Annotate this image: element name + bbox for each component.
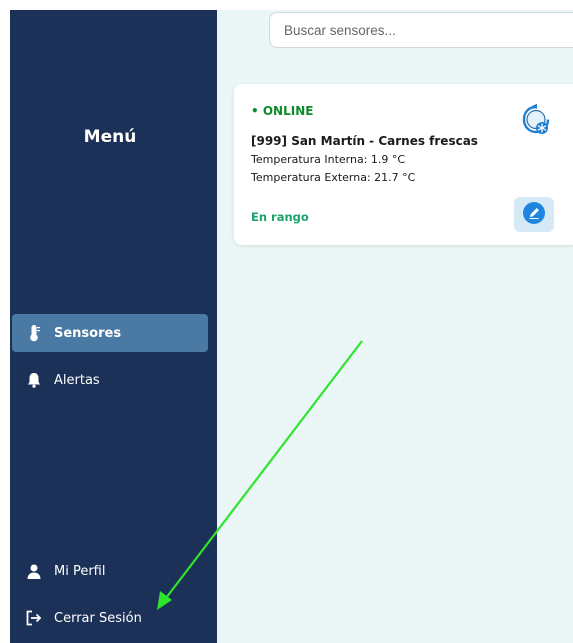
bell-icon: [26, 371, 42, 389]
sidebar-item-mi-perfil[interactable]: Mi Perfil: [12, 552, 208, 590]
sensor-name: [999] San Martín - Carnes frescas: [251, 134, 478, 148]
user-icon: [26, 562, 42, 580]
app-page: Menú Sensores Alertas Mi Perfil Cerrar S…: [0, 0, 573, 643]
sensor-card[interactable]: • ONLINE [999] San Martín - Carnes fresc…: [234, 84, 573, 245]
search-input[interactable]: [269, 12, 573, 48]
sidebar-item-label: Mi Perfil: [54, 563, 106, 579]
sidebar-item-cerrar-sesion[interactable]: Cerrar Sesión: [12, 599, 208, 637]
status-badge: • ONLINE: [251, 104, 314, 118]
edit-pencil-icon: [522, 201, 546, 229]
sidebar-item-label: Alertas: [54, 372, 100, 388]
external-temperature: Temperatura Externa: 21.7 °C: [251, 171, 416, 184]
sidebar: Menú Sensores Alertas Mi Perfil Cerrar S…: [10, 10, 217, 643]
sidebar-item-label: Cerrar Sesión: [54, 610, 142, 626]
internal-temperature: Temperatura Interna: 1.9 °C: [251, 153, 406, 166]
range-status: En rango: [251, 210, 309, 224]
menu-title: Menú: [83, 127, 137, 147]
sidebar-item-alertas[interactable]: Alertas: [12, 361, 208, 399]
main-content: • ONLINE [999] San Martín - Carnes fresc…: [217, 10, 573, 643]
edit-button[interactable]: [514, 197, 554, 232]
thermometer-icon: [26, 324, 42, 342]
refrigeration-device-icon[interactable]: [520, 103, 552, 139]
sidebar-item-sensores[interactable]: Sensores: [12, 314, 208, 352]
logout-icon: [26, 609, 42, 627]
sidebar-item-label: Sensores: [54, 325, 122, 341]
